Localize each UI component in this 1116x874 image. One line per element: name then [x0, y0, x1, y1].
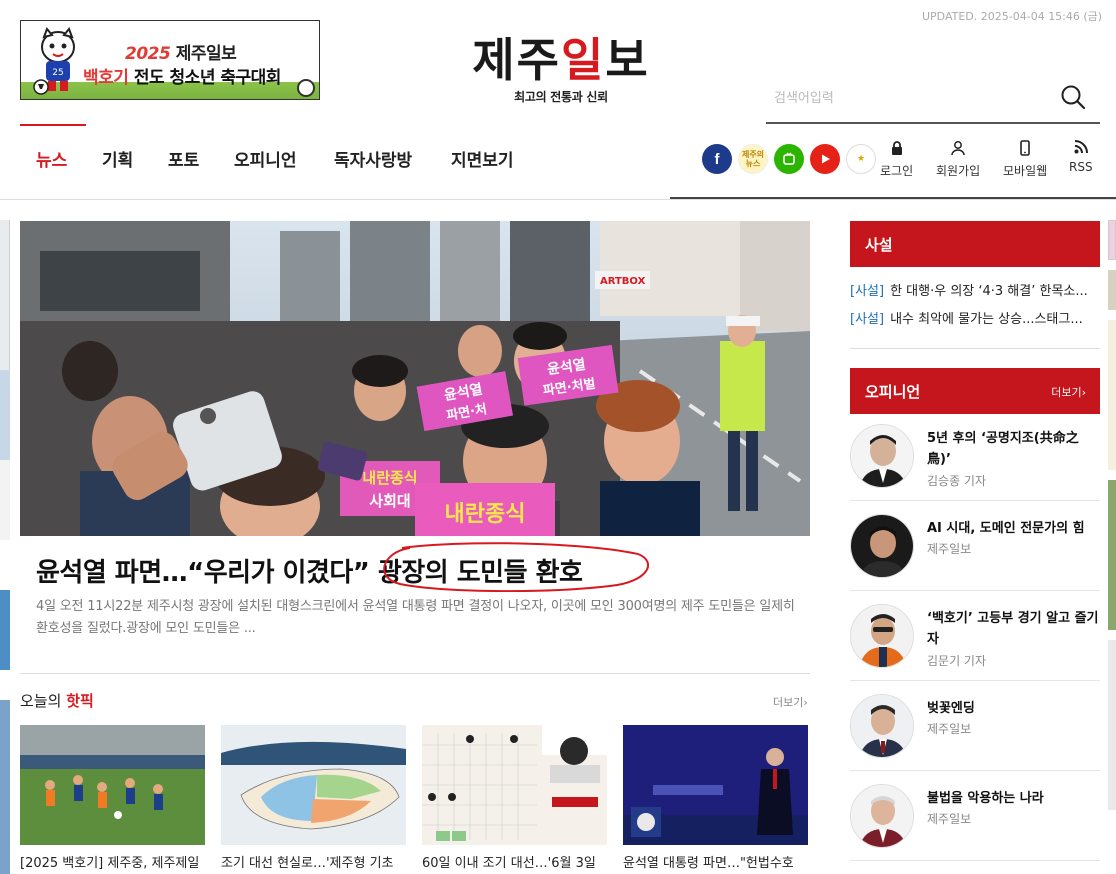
opinion-item[interactable]: 불법을 악용하는 나라 제주일보	[850, 784, 1100, 872]
opinion-divider	[850, 860, 1100, 861]
rss-label: RSS	[1069, 160, 1093, 174]
opinion-author: 제주일보	[927, 722, 972, 736]
editorial-section-header[interactable]: 사설	[850, 221, 1100, 267]
main-headline[interactable]: 윤석열 파면…“우리가 이겼다” 광장의 도민들 환호	[36, 552, 583, 589]
rss-button[interactable]: RSS	[1069, 140, 1093, 174]
nav-item-readers[interactable]: 독자사랑방	[334, 146, 412, 171]
sign3-line1: 내란종식	[362, 469, 417, 487]
opinion-item[interactable]: 벚꽃엔딩 제주일보	[850, 694, 1100, 782]
nav-item-epaper[interactable]: 지면보기	[451, 146, 514, 171]
hot-pick-caption-4[interactable]: 윤석열 대통령 파면…"헌법수호	[623, 852, 811, 871]
nav-item-photo[interactable]: 포토	[168, 146, 199, 171]
updated-timestamp: UPDATED. 2025-04-04 15:46 (금)	[922, 10, 1103, 23]
hot-pick-thumb-4[interactable]	[623, 725, 808, 845]
opinion-author: 김승종 기자	[927, 474, 987, 488]
nav-item-feature[interactable]: 기획	[102, 146, 133, 171]
opinion-section-title: 오피니언	[865, 383, 921, 401]
opinion-author: 제주일보	[927, 812, 972, 826]
svg-text:25: 25	[52, 68, 63, 78]
right-ad-sliver[interactable]	[1108, 220, 1116, 874]
right-column-divider	[850, 348, 1100, 349]
login-button[interactable]: 로그인	[880, 140, 913, 179]
hot-pick-thumb-3[interactable]	[422, 725, 607, 845]
opinion-divider	[850, 590, 1100, 591]
opinion-title[interactable]: 벚꽃엔딩	[927, 698, 1099, 719]
nav-item-news[interactable]: 뉴스	[36, 146, 67, 171]
opinion-title[interactable]: 5년 후의 ‘공명지조(共命之鳥)’	[927, 428, 1099, 470]
hot-pick-caption-3[interactable]: 60일 이내 조기 대선…'6월 3일	[422, 852, 610, 871]
nav-item-opinion[interactable]: 오피니언	[234, 146, 297, 171]
author-photo	[850, 784, 914, 848]
opinion-author: 제주일보	[927, 542, 972, 556]
tiger-mascot-icon: 25	[33, 27, 75, 95]
left-ad-sliver[interactable]	[0, 220, 10, 874]
mobile-web-label: 모바일웹	[1003, 164, 1048, 178]
hot-picks-title: 오늘의 핫픽	[20, 692, 94, 710]
sign4-text: 내란종식	[445, 502, 526, 527]
opinion-item[interactable]: AI 시대, 도메인 전문가의 힘 제주일보	[850, 514, 1100, 602]
lock-icon	[891, 141, 902, 155]
login-label: 로그인	[880, 164, 914, 178]
main-story-summary[interactable]: 4일 오전 11시22분 제주시청 광장에 설치된 대형스크린에서 윤석열 대통…	[36, 596, 802, 640]
section-divider	[20, 673, 810, 674]
rss-icon	[1074, 140, 1088, 154]
sign3-line2: 사회대	[369, 492, 410, 510]
hot-picks-more-link[interactable]: 더보기›	[773, 694, 808, 710]
hot-pick-caption-1[interactable]: [2025 백호기] 제주중, 제주제일	[20, 852, 208, 871]
soccer-ball-icon	[297, 79, 315, 97]
logo-tagline: 최고의 전통과 신뢰	[514, 90, 608, 104]
banner-title-line2: 백호기 전도 청소년 축구대회	[83, 68, 281, 88]
author-photo	[850, 604, 914, 668]
tv-icon[interactable]	[774, 144, 804, 174]
mobile-web-button[interactable]: 모바일웹	[1003, 140, 1047, 179]
hot-pick-thumb-1[interactable]	[20, 725, 205, 845]
user-icon	[951, 141, 965, 156]
signup-label: 회원가입	[936, 164, 981, 178]
editorial-item[interactable]: [사설] 내수 최악에 물가는 상승...스태그...	[850, 308, 1100, 327]
main-headline-area[interactable]: 윤석열 파면…“우리가 이겼다” 광장의 도민들 환호	[20, 536, 810, 596]
banner-title-line1: 2025 제주일보	[125, 44, 237, 64]
author-photo	[850, 424, 914, 488]
search-icon[interactable]	[1060, 84, 1086, 110]
hot-pick-thumb-2[interactable]	[221, 725, 406, 845]
hot-pick-caption-2[interactable]: 조기 대선 현실로…'제주형 기초	[221, 852, 409, 871]
opinion-item[interactable]: 5년 후의 ‘공명지조(共命之鳥)’ 김승종 기자	[850, 424, 1100, 512]
author-photo	[850, 514, 914, 578]
author-photo	[850, 694, 914, 758]
header-divider	[670, 197, 1116, 200]
editorial-section-title: 사설	[865, 236, 893, 254]
opinion-title[interactable]: ‘백호기’ 고등부 경기 알고 즐기자	[927, 608, 1099, 650]
youtube-icon[interactable]	[810, 144, 840, 174]
opinion-title[interactable]: AI 시대, 도메인 전문가의 힘	[927, 518, 1099, 539]
facebook-icon[interactable]: f	[702, 144, 732, 174]
shop-sign-text: ARTBOX	[600, 276, 646, 287]
search-bar	[766, 76, 1100, 124]
opinion-author: 김문기 기자	[927, 654, 987, 668]
main-story-image[interactable]: ARTBOX 윤석열 파면·처 윤석열 파면·처벌 내란종식 사회대 내란종식	[20, 221, 810, 536]
opinion-divider	[850, 770, 1100, 771]
jeju-news-icon[interactable]: 제주의 뉴스	[738, 144, 768, 174]
ad-banner-baekhogi[interactable]: 25 2025 제주일보 백호기 전도 청소년 축구대회	[20, 20, 320, 100]
search-input[interactable]	[774, 86, 1054, 110]
nav-active-indicator	[20, 124, 86, 126]
signup-button[interactable]: 회원가입	[936, 140, 980, 179]
opinion-divider	[850, 680, 1100, 681]
site-logo[interactable]: 제주일보 최고의 전통과 신뢰	[446, 24, 676, 105]
mobile-icon	[1020, 140, 1030, 156]
editorial-item[interactable]: [사설] 한 대행·우 의장 ‘4·3 해결’ 한목소...	[850, 280, 1100, 299]
opinion-more-link[interactable]: 더보기›	[1051, 384, 1086, 400]
opinion-title[interactable]: 불법을 악용하는 나라	[927, 788, 1099, 809]
opinion-divider	[850, 500, 1100, 501]
site-header: 25 2025 제주일보 백호기 전도 청소년 축구대회 제주일보 최고의 전통…	[0, 0, 1116, 200]
opinion-section-header[interactable]: 오피니언 더보기›	[850, 368, 1100, 414]
opinion-item[interactable]: ‘백호기’ 고등부 경기 알고 즐기자 김문기 기자	[850, 604, 1100, 692]
extra-channel-icon[interactable]: ★	[846, 144, 876, 174]
